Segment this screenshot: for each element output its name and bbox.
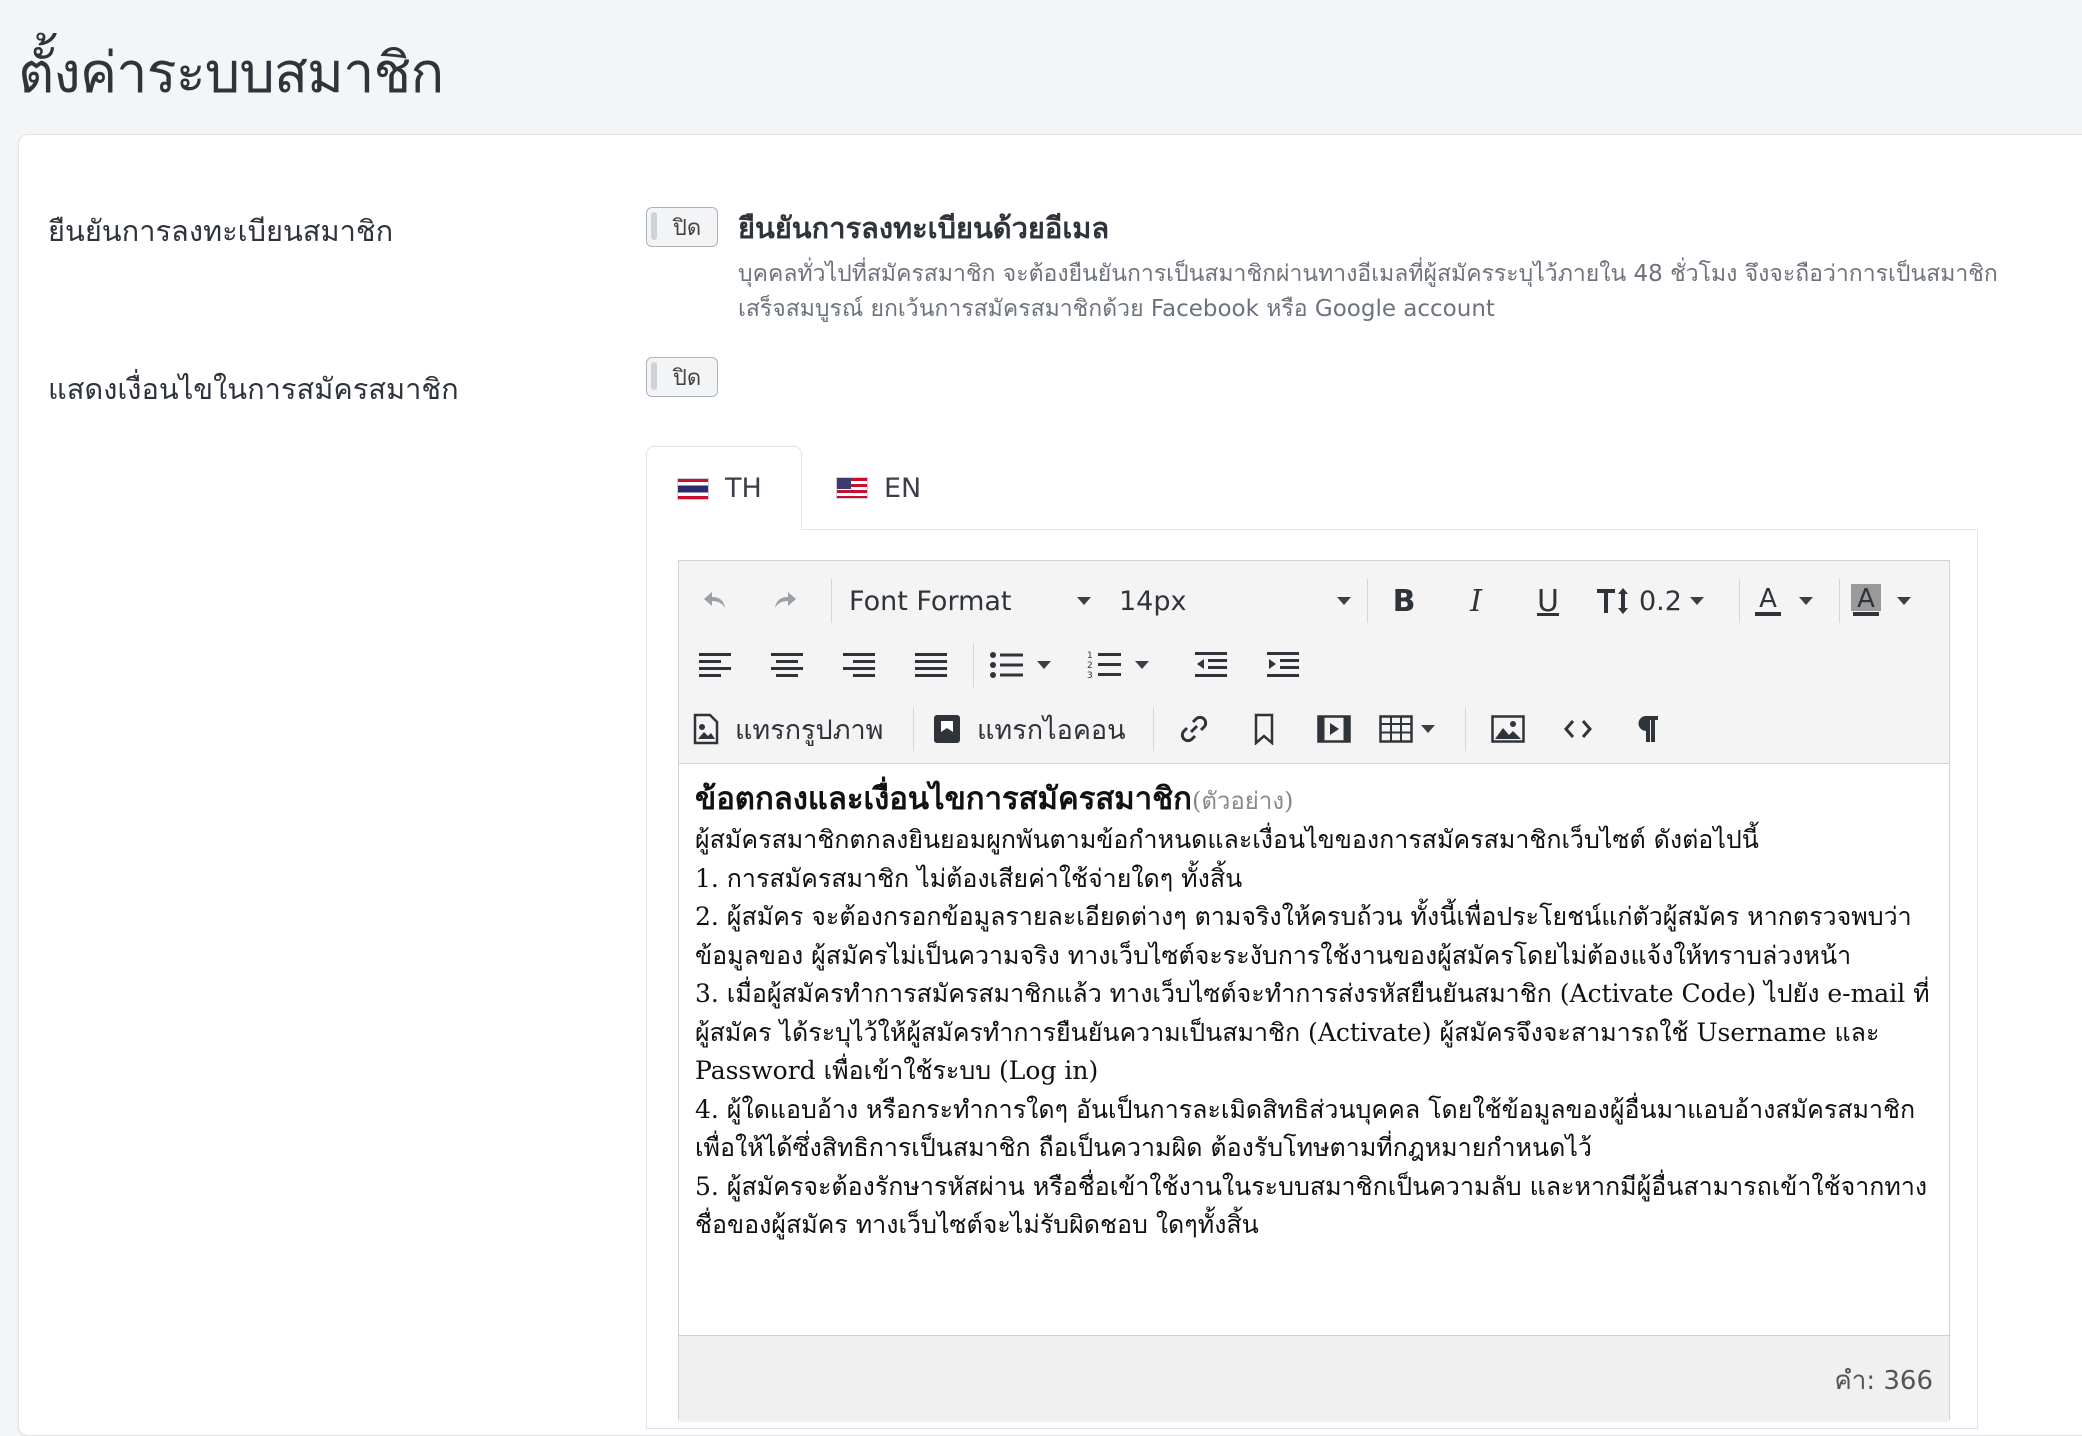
terms-paragraph: 1. การสมัครสมาชิก ไม่ต้องเสียค่าใช้จ่ายใ…	[695, 863, 1243, 893]
align-center-icon	[771, 653, 803, 677]
terms-paragraph: ผู้สมัครสมาชิกตกลงยินยอมผูกพันตามข้อกำหน…	[695, 825, 1759, 854]
font-size-label: 14px	[1119, 585, 1187, 617]
line-height-dropdown[interactable]: 0.2	[1595, 569, 1715, 633]
chevron-down-icon	[1421, 725, 1435, 733]
insert-image-label: แทรกรูปภาพ	[735, 714, 884, 746]
line-height-value: 0.2	[1639, 585, 1682, 617]
email-verification-option-title: ยืนยันการลงทะเบียนด้วยอีเมล	[738, 211, 1110, 245]
terms-paragraph: 3. เมื่อผู้สมัครทำการสมัครสมาชิกแล้ว ทาง…	[695, 979, 1930, 1085]
undo-button[interactable]	[693, 569, 737, 633]
thailand-flag-icon	[677, 477, 709, 500]
align-right-icon	[843, 653, 875, 677]
insert-video-button[interactable]	[1311, 697, 1357, 761]
redo-button[interactable]	[763, 569, 807, 633]
indent-icon	[1267, 652, 1299, 677]
page-title: ตั้งค่าระบบสมาชิก	[18, 41, 444, 106]
pilcrow-icon	[1638, 716, 1658, 742]
flag-icon	[934, 715, 960, 743]
insert-image-button[interactable]: แทรกรูปภาพ	[693, 697, 893, 761]
align-justify-icon	[915, 653, 947, 677]
chevron-down-icon	[1897, 597, 1911, 605]
terms-paragraph: 5. ผู้สมัครจะต้องรักษารหัสผ่าน หรือชื่อเ…	[695, 1171, 1928, 1240]
chevron-down-icon	[1037, 661, 1051, 669]
numbered-list-icon: 123	[1087, 651, 1121, 681]
undo-icon	[704, 592, 725, 608]
editor-statusbar: คำ: 366	[679, 1335, 1949, 1422]
chevron-down-icon	[1689, 597, 1704, 605]
font-format-label: Font Format	[849, 585, 1012, 617]
text-color-icon: A	[1755, 584, 1781, 616]
font-format-dropdown[interactable]: Font Format	[849, 569, 1091, 633]
numbered-list-dropdown[interactable]: 123	[1087, 633, 1167, 697]
italic-button[interactable]: I	[1451, 569, 1501, 633]
email-verification-toggle[interactable]: ปิด	[646, 207, 718, 247]
svg-text:1: 1	[1087, 651, 1093, 661]
align-left-icon	[699, 653, 731, 677]
tab-th-label: TH	[725, 473, 762, 504]
image-file-icon	[693, 713, 719, 745]
outdent-icon	[1195, 652, 1227, 677]
chevron-down-icon	[1337, 597, 1351, 605]
editor-toolbar: Font Format 14px B I U 0.2 A A 1 2 3 แทร…	[679, 561, 1949, 764]
usa-flag-icon	[836, 477, 868, 499]
text-color-dropdown[interactable]: A	[1753, 569, 1833, 633]
align-right-button[interactable]	[837, 633, 881, 697]
tab-en[interactable]: EN	[836, 446, 956, 530]
code-icon	[1564, 720, 1592, 738]
bookmark-icon	[1254, 713, 1274, 745]
terms-paragraph: 2. ผู้สมัคร จะต้องกรอกข้อมูลรายละเอียดต่…	[695, 902, 1912, 970]
paragraph-format-button[interactable]	[1625, 697, 1671, 761]
bookmark-button[interactable]	[1241, 697, 1287, 761]
align-left-button[interactable]	[693, 633, 737, 697]
language-tabs: TH EN	[646, 446, 1978, 530]
editor-content[interactable]: ข้อตกลงและเงื่อนไขการสมัครสมาชิก(ตัวอย่า…	[695, 779, 1935, 1245]
insert-icon-label: แทรกไอคอน	[977, 714, 1126, 746]
link-icon	[1180, 715, 1208, 743]
tab-en-label: EN	[884, 472, 922, 504]
outdent-button[interactable]	[1189, 633, 1233, 697]
redo-icon	[775, 592, 796, 608]
show-terms-toggle[interactable]: ปิด	[646, 357, 718, 397]
table-icon	[1379, 715, 1413, 743]
terms-paragraph: 4. ผู้ใดแอบอ้าง หรือกระทำการใดๆ อันเป็นก…	[695, 1094, 1916, 1163]
line-height-icon	[1597, 588, 1628, 614]
picture-icon	[1491, 715, 1525, 743]
svg-text:A: A	[1857, 584, 1875, 614]
align-center-button[interactable]	[765, 633, 809, 697]
terms-heading-note: (ตัวอย่าง)	[1191, 787, 1294, 815]
underline-button[interactable]: U	[1523, 569, 1573, 633]
bold-button[interactable]: B	[1379, 569, 1429, 633]
insert-link-button[interactable]	[1171, 697, 1217, 761]
terms-heading: ข้อตกลงและเงื่อนไขการสมัครสมาชิก(ตัวอย่า…	[695, 781, 1294, 817]
chevron-down-icon	[1799, 597, 1813, 605]
background-color-dropdown[interactable]: A	[1851, 569, 1931, 633]
email-verification-label: ยืนยันการลงทะเบียนสมาชิก	[48, 214, 394, 248]
media-image-button[interactable]	[1485, 697, 1531, 761]
bullet-list-dropdown[interactable]	[989, 633, 1069, 697]
chevron-down-icon	[1135, 661, 1149, 669]
align-justify-button[interactable]	[909, 633, 953, 697]
rich-text-editor: Font Format 14px B I U 0.2 A A 1 2 3 แทร…	[678, 560, 1950, 1422]
insert-table-dropdown[interactable]	[1379, 697, 1447, 761]
chevron-down-icon	[1077, 597, 1091, 605]
word-count: คำ: 366	[1834, 1366, 1933, 1396]
bullet-list-icon	[990, 652, 1023, 678]
email-verification-description: บุคคลทั่วไปที่สมัครสมาชิก จะต้องยืนยันกา…	[738, 261, 1998, 322]
svg-text:A: A	[1759, 584, 1777, 614]
underline-icon: U	[1537, 583, 1559, 619]
bold-icon: B	[1392, 583, 1416, 619]
show-terms-label: แสดงเงื่อนไขในการสมัครสมาชิก	[48, 372, 459, 406]
background-color-icon: A	[1851, 584, 1881, 616]
code-view-button[interactable]	[1555, 697, 1601, 761]
svg-text:3: 3	[1087, 671, 1093, 681]
insert-icon-button[interactable]: แทรกไอคอน	[933, 697, 1133, 761]
tab-th[interactable]: TH	[646, 446, 802, 530]
font-size-dropdown[interactable]: 14px	[1119, 569, 1351, 633]
video-icon	[1317, 715, 1351, 743]
indent-button[interactable]	[1261, 633, 1305, 697]
svg-text:2: 2	[1087, 661, 1093, 671]
italic-icon: I	[1470, 583, 1482, 619]
